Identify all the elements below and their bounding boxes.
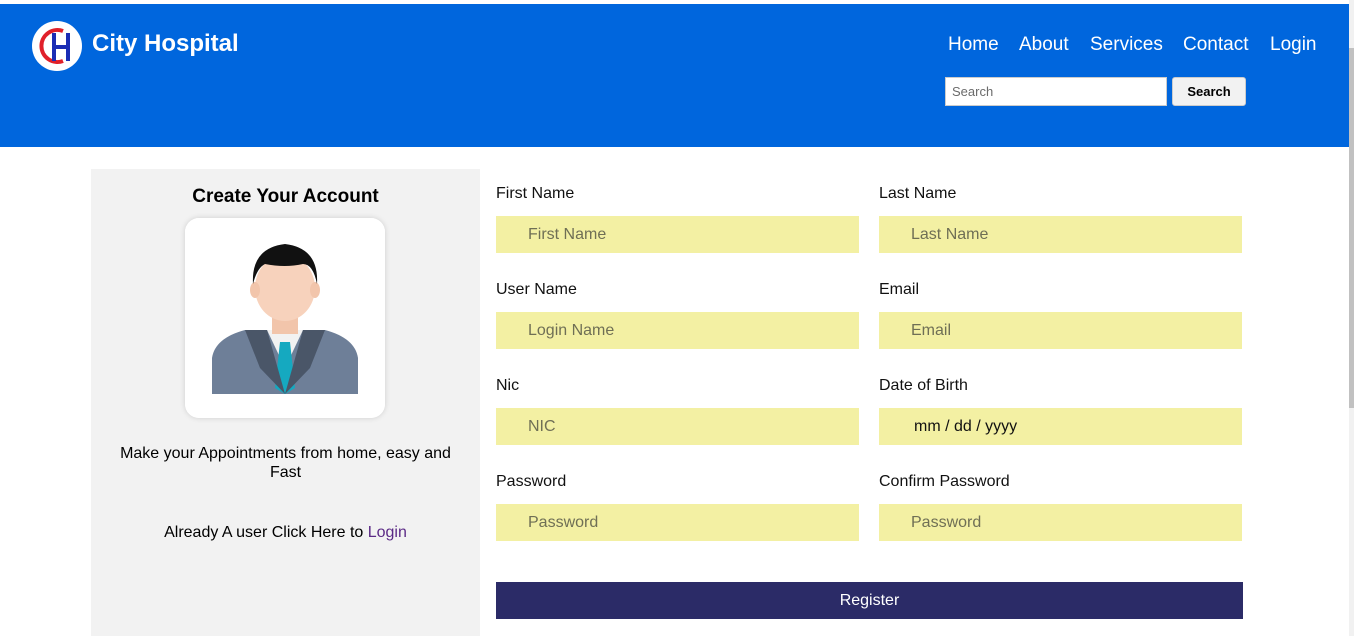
nic-label: Nic [496, 377, 520, 394]
dob-input[interactable]: mm / dd / yyyy [879, 408, 1242, 445]
hospital-logo-icon[interactable] [32, 21, 82, 71]
user-name-input[interactable] [496, 312, 859, 349]
nav-login[interactable]: Login [1270, 34, 1317, 56]
confirm-password-input[interactable] [879, 504, 1242, 541]
site-header: City Hospital Home About Services Contac… [0, 4, 1349, 147]
brand-name[interactable]: City Hospital [92, 30, 239, 58]
hidden-heading-fragment [660, 140, 668, 147]
panel-title: Create Your Account [192, 186, 379, 207]
last-name-input[interactable] [879, 216, 1242, 253]
first-name-input[interactable] [496, 216, 859, 253]
user-avatar-icon [185, 218, 385, 418]
avatar-card [185, 218, 385, 418]
confirm-password-label: Confirm Password [879, 473, 1010, 490]
nav-about[interactable]: About [1019, 34, 1069, 56]
first-name-label: First Name [496, 185, 575, 202]
password-input[interactable] [496, 504, 859, 541]
account-info-panel: Create Your Account Make your Appointmen… [91, 169, 480, 636]
dob-label: Date of Birth [879, 377, 968, 394]
nav-home[interactable]: Home [948, 34, 999, 56]
nic-input[interactable] [496, 408, 859, 445]
user-name-label: User Name [496, 281, 577, 298]
email-label: Email [879, 281, 920, 298]
login-prompt-text: Already A user Click Here to [164, 524, 368, 541]
login-prompt: Already A user Click Here to Login [91, 524, 480, 542]
scrollbar-thumb[interactable] [1349, 48, 1354, 408]
search-button[interactable]: Search [1172, 77, 1246, 106]
nav-contact[interactable]: Contact [1183, 34, 1248, 56]
login-link[interactable]: Login [368, 524, 407, 541]
email-input[interactable] [879, 312, 1242, 349]
last-name-label: Last Name [879, 185, 957, 202]
register-button[interactable]: Register [496, 582, 1243, 619]
password-label: Password [496, 473, 567, 490]
panel-tagline: Make your Appointments from home, easy a… [120, 445, 451, 481]
nav-services[interactable]: Services [1090, 34, 1163, 56]
search-input[interactable] [945, 77, 1167, 106]
